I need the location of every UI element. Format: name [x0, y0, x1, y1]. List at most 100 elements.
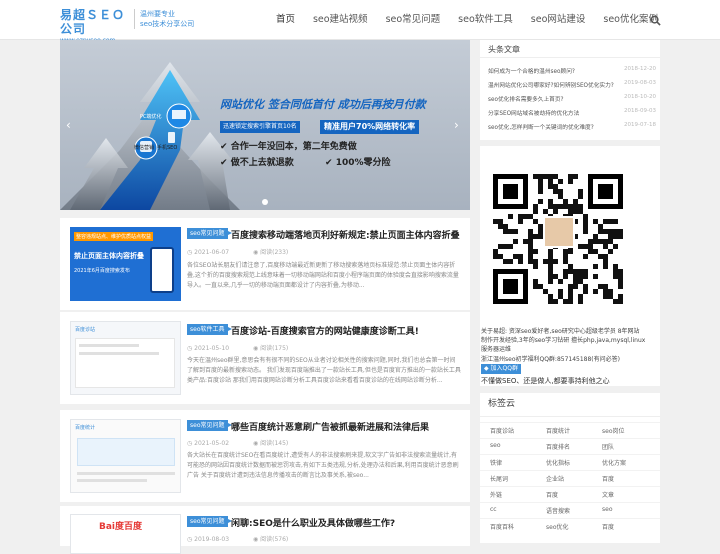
chevron-right-icon[interactable]: › [454, 118, 459, 132]
article-thumbnail[interactable]: Bai度百度 [70, 514, 181, 554]
headline-link[interactable]: seo优化排名需要多久上首页? [488, 94, 564, 103]
tag-link[interactable]: 百度 [602, 522, 614, 531]
banner-point-2: ✔ 做不上去就退款 [220, 158, 294, 168]
tag-link[interactable]: 团队 [602, 442, 614, 451]
tag-cloud-title: 标签云 [480, 393, 660, 417]
tag-link[interactable]: 百度统计 [546, 426, 570, 435]
headline-date: 2019-07-18 [624, 122, 656, 128]
tag-row-divider [480, 486, 660, 487]
nav-item-faq[interactable]: seo常见问题 [386, 0, 441, 40]
article-category-tag[interactable]: seo软件工具 [187, 324, 231, 335]
tag-link[interactable]: 文章 [602, 490, 614, 499]
article-category-tag[interactable]: seo常见问题 [187, 420, 231, 431]
article-title[interactable]: 闲聊:SEO是什么职业及具体做哪些工作? [231, 516, 395, 529]
slogan-line-1: 温州要专业 [140, 10, 175, 18]
chevron-left-icon[interactable]: ‹ [66, 118, 71, 132]
article-card: Bai度百度 seo常见问题 闲聊:SEO是什么职业及具体做哪些工作? ◷ 20… [60, 506, 470, 554]
tag-link[interactable]: 长尾词 [490, 474, 508, 483]
tag-cloud-widget: 标签云 百度诊站 百度统计 seo岗位 seo 百度排名 团队铁律 优化指标 优化方案长尾词 企… [480, 393, 660, 543]
tag-link[interactable]: 优化指标 [546, 458, 570, 467]
slide-dot[interactable] [262, 199, 268, 205]
thumb-bar [79, 352, 159, 355]
thumb-caption: 百度诊站 [75, 327, 96, 333]
wx-label: 微信营销 [134, 145, 155, 151]
banner-point-1: ✔ 合作一年没回本，第二年免费做 [220, 142, 357, 152]
headline-link[interactable]: 如何成为一个合格的温州seo顾问? [488, 66, 575, 75]
tag-link[interactable]: seo [490, 442, 501, 449]
tag-row-divider [480, 502, 660, 503]
slogan-line-2: seo技术分享公司 [140, 20, 195, 28]
hero-banner[interactable]: 网站优化 签合同低首付 成功后再按月付款 迅速锁定搜索引擎首页10名 精准用户7… [60, 40, 470, 210]
tag-row-divider [480, 518, 660, 519]
tag-link[interactable]: 百度排名 [546, 442, 570, 451]
article-meta: ◷ 2019-08-03 ◉ 阅读(576) [187, 534, 288, 543]
article-title[interactable]: 百度诊站-百度搜索官方的网站健康度诊断工具! [231, 324, 419, 337]
article-card: 百度统计 seo常见问题 哪些百度统计恶意刷广告被抓最新进展和法律后果 ◷ 20… [60, 410, 470, 502]
tag-link[interactable]: 百度 [602, 474, 614, 483]
tag-row-divider [480, 470, 660, 471]
tag-link[interactable]: 铁律 [490, 458, 502, 467]
search-icon[interactable] [650, 15, 661, 26]
article-title[interactable]: 哪些百度统计恶意刷广告被抓最新进展和法律后果 [231, 420, 429, 433]
check-icon: ✔ [220, 142, 231, 152]
tag-link[interactable]: 百度百科 [490, 522, 514, 531]
main-nav: 首页 seo建站视频 seo常见问题 seo软件工具 seo网站建设 seo优化… [258, 0, 658, 40]
tag-row-divider [480, 438, 660, 439]
article-meta: ◷ 2021-06-07 ◉ 阅读(233) [187, 247, 288, 256]
headline-link[interactable]: 温州网站优化公司哪家好?如何辨别SEO优化实力? [488, 80, 614, 89]
thumb-chart [77, 438, 175, 466]
about-text-2: 制作开发经验,3年的seo学习钻研 擅长php,java,mysql,linux [481, 337, 646, 344]
article-excerpt: 今天在温州seo群里,意思会有有很不同的SEO从业者讨论相关性的搜索问题,同时,… [187, 357, 461, 384]
about-text-4: 浙江温州seo初学福利QQ群:857145188(有问必答) [481, 356, 620, 363]
about-widget: 关于易超: 资深seo爱好者,seo研究中心超级老学员 8年网站 制作开发经验,… [480, 146, 660, 386]
thumb-caption: 百度统计 [75, 425, 96, 431]
tag-link[interactable]: seo岗位 [602, 426, 625, 435]
tag-link[interactable]: 百度 [546, 490, 558, 499]
motto: 不懂做SEO、还是做人,都要事持利他之心 [481, 377, 610, 385]
nav-item-home[interactable]: 首页 [276, 0, 295, 40]
tag-link[interactable]: 优化方案 [602, 458, 626, 467]
article-views: 阅读(233) [260, 249, 289, 256]
tag-link[interactable]: 企业站 [546, 474, 564, 483]
tag-link[interactable]: 语音搜索 [546, 506, 570, 515]
thumb-badge: 整容违规站点、维护优质站点权益 [74, 232, 154, 241]
nav-item-tools[interactable]: seo软件工具 [458, 0, 513, 40]
headline-date: 2018-09-03 [624, 108, 656, 114]
banner-headline: 网站优化 签合同低首付 成功后再按月付款 [220, 98, 426, 111]
headline-link[interactable]: 分享SEO网站域名被劫持的优化方法 [488, 108, 579, 117]
tag-link[interactable]: 百度诊站 [490, 426, 514, 435]
article-category-tag[interactable]: seo常见问题 [187, 228, 231, 239]
article-title[interactable]: 百度搜索移动端落地页利好新规定:禁止页面主体内容折叠 [231, 228, 460, 241]
article-date: 2021-05-10 [194, 345, 230, 352]
headlines-title: 头条文章 [480, 40, 660, 58]
qq-group-button[interactable]: ◆ 加入QQ群 [481, 364, 521, 374]
article-excerpt: 各位SEO站长朋友们请注意了,百度移动端最近新更新了移动搜索落地页标准规范:禁止… [187, 262, 459, 289]
logo-title: 易超ＳＥＯ公司 [60, 8, 126, 36]
thumb-bar [79, 344, 139, 347]
tag-link[interactable]: seo [602, 506, 613, 513]
article-thumbnail[interactable]: 整容违规站点、维护优质站点权益 禁止页面主体内容折叠 2021年6月百度搜索发布 [70, 227, 181, 301]
tag-row-divider [480, 422, 660, 423]
headline-link[interactable]: seo优化,怎样判断一个关键词的优化难度? [488, 122, 594, 131]
phone-graphic [150, 247, 174, 293]
baidu-logo: Bai度百度 [99, 522, 143, 532]
article-category-tag[interactable]: seo常见问题 [187, 516, 231, 527]
nav-item-video[interactable]: seo建站视频 [313, 0, 368, 40]
tag-link[interactable]: seo优化 [546, 522, 569, 531]
slogan: 温州要专业 seo技术分享公司 [134, 9, 194, 29]
tag-link[interactable]: 外链 [490, 490, 502, 499]
thumb-caption: 禁止页面主体内容折叠 [74, 252, 144, 260]
thumb-bar [77, 479, 147, 482]
banner-tag-2: 精准用户70%网络转化率 [320, 120, 420, 134]
site-logo[interactable]: 易超ＳＥＯ公司 www.ezpyseo.com [60, 8, 126, 44]
headlines-widget: 头条文章 如何成为一个合格的温州seo顾问? 2018-12-20 温州网站优化… [480, 40, 660, 140]
headline-date: 2018-10-20 [624, 94, 656, 100]
article-views: 阅读(175) [260, 345, 289, 352]
article-thumbnail[interactable]: 百度诊站 [70, 321, 181, 395]
nav-item-build[interactable]: seo网站建设 [531, 0, 586, 40]
pc-label: PC端优化 [140, 114, 162, 120]
article-thumbnail[interactable]: 百度统计 [70, 419, 181, 493]
tag-link[interactable]: cc [490, 506, 497, 513]
top-navbar: 易超ＳＥＯ公司 www.ezpyseo.com 温州要专业 seo技术分享公司 … [0, 0, 720, 44]
check-icon: ✔ [220, 158, 231, 168]
